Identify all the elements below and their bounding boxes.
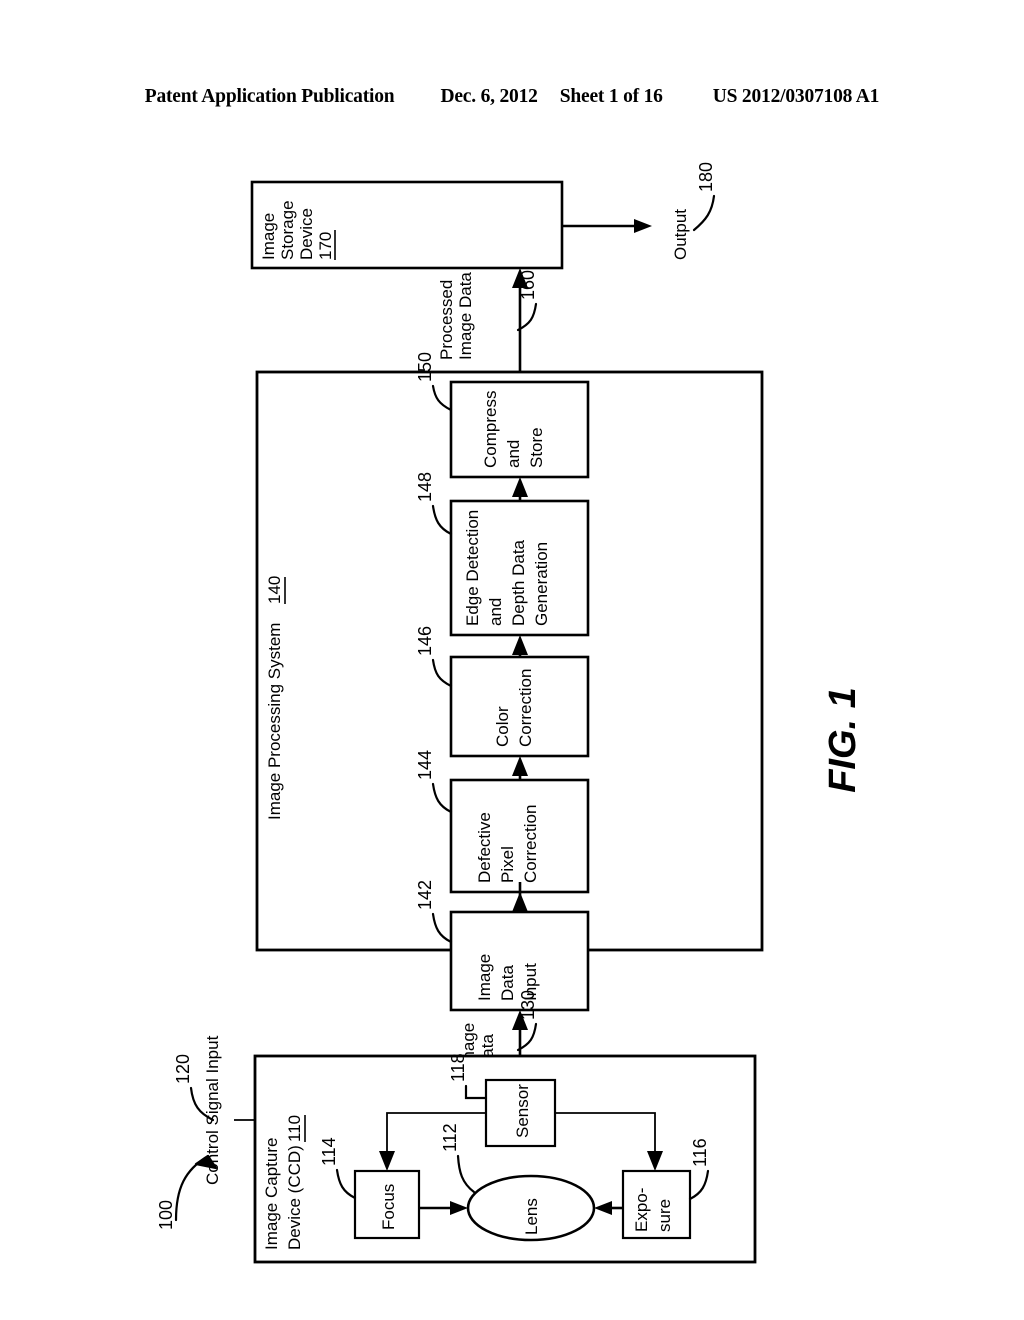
figure-1-diagram: FIG. 1 100 Image Storage Device 170 Outp… <box>156 162 864 1264</box>
figure-label: FIG. 1 <box>822 687 864 793</box>
edge-detection-line-3: Depth Data <box>509 539 528 626</box>
sensor-label: Sensor <box>513 1084 532 1138</box>
header-sheet-number: Sheet 1 of 16 <box>559 86 663 107</box>
image-data-flow-ref: 130 <box>518 990 538 1020</box>
output-label: Output <box>671 209 690 260</box>
image-capture-device-ref: 110 <box>285 1115 304 1142</box>
defective-pixel-line-1: Defective <box>475 812 494 883</box>
image-storage-line-1: Image <box>259 213 278 260</box>
lens-label: Lens <box>522 1198 541 1235</box>
control-signal-input-ref: 120 <box>173 1054 193 1084</box>
processed-image-data-flow: Processed Image Data 160 <box>437 268 538 372</box>
header-publication-title: Patent Application Publication <box>144 86 395 107</box>
compress-and-store-line-3: Store <box>527 427 546 468</box>
image-capture-device-line-1: Image Capture <box>262 1138 281 1250</box>
color-correction-ref: 146 <box>415 626 435 656</box>
edge-detection-ref: 148 <box>415 472 435 502</box>
compress-and-store-line-1: Compress <box>481 391 500 468</box>
sensor-ref: 118 <box>448 1053 468 1082</box>
edge-detection-line-2: and <box>486 598 505 626</box>
figure-label-text: FIG. 1 <box>822 687 864 793</box>
image-storage-device-block[interactable]: Image Storage Device 170 <box>250 180 564 270</box>
exposure-ref: 116 <box>690 1138 710 1167</box>
defective-pixel-line-3: Correction <box>521 805 540 883</box>
image-data-input-line-2: Data <box>498 965 517 1001</box>
color-correction-line-1: Color <box>493 706 512 747</box>
edge-detection-line-4: Generation <box>532 542 551 626</box>
compress-and-store-ref: 150 <box>415 352 435 382</box>
exposure-line-1: Expo- <box>632 1188 651 1232</box>
output-flow: Output 180 <box>562 162 716 260</box>
compress-and-store-line-2: and <box>504 440 523 468</box>
focus-ref: 114 <box>319 1137 339 1166</box>
image-data-input-line-1: Image <box>475 954 494 1001</box>
header-date: Dec. 6, 2012 <box>440 86 538 107</box>
output-ref: 180 <box>696 162 716 192</box>
image-capture-device-line-2: Device (CCD) <box>285 1145 304 1250</box>
image-data-input-ref: 142 <box>415 880 435 910</box>
exposure-line-2: sure <box>655 1199 674 1232</box>
system-ref-text: 100 <box>156 1200 176 1230</box>
processed-image-data-ref: 160 <box>518 270 538 300</box>
page-header: Patent Application Publication Dec. 6, 2… <box>0 86 1024 116</box>
image-processing-system-ref: 140 <box>265 576 284 604</box>
lens-ref: 112 <box>440 1123 460 1152</box>
image-processing-system-label: Image Processing System <box>265 623 284 820</box>
image-storage-line-3: Device <box>297 208 316 260</box>
processed-image-data-line-2: Image Data <box>456 272 475 360</box>
defective-pixel-correction-box[interactable] <box>449 778 590 894</box>
header-document-number: US 2012/0307108 A1 <box>712 86 880 107</box>
edge-detection-line-1: Edge Detection <box>463 510 482 626</box>
control-signal-input-label: Control Signal Input <box>203 1035 222 1185</box>
image-storage-ref: 170 <box>316 232 335 260</box>
defective-pixel-line-2: Pixel <box>498 846 517 883</box>
output-arrowhead <box>634 219 652 233</box>
focus-label: Focus <box>379 1184 398 1230</box>
color-correction-line-2: Correction <box>516 669 535 747</box>
processed-image-data-line-1: Processed <box>437 280 456 360</box>
defective-pixel-ref: 144 <box>415 750 435 780</box>
image-storage-line-2: Storage <box>278 200 297 260</box>
